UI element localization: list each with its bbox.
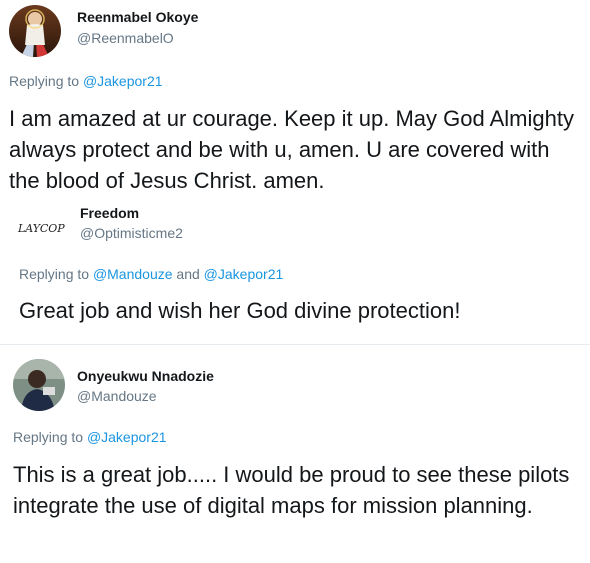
replying-to: Replying to @Jakepor21 — [13, 429, 167, 445]
person-photo-avatar-icon[interactable] — [13, 359, 65, 411]
author-name[interactable]: Onyeukwu Nnadozie — [77, 368, 214, 384]
tweet-text: This is a great job..... I would be prou… — [13, 462, 570, 518]
mention-link[interactable]: @Jakepor21 — [87, 429, 167, 445]
tweet-onyeukwu: Onyeukwu Nnadozie @Mandouze Replying to … — [0, 0, 590, 563]
author-handle[interactable]: @Mandouze — [77, 388, 157, 404]
replying-prefix: Replying to — [13, 429, 84, 445]
